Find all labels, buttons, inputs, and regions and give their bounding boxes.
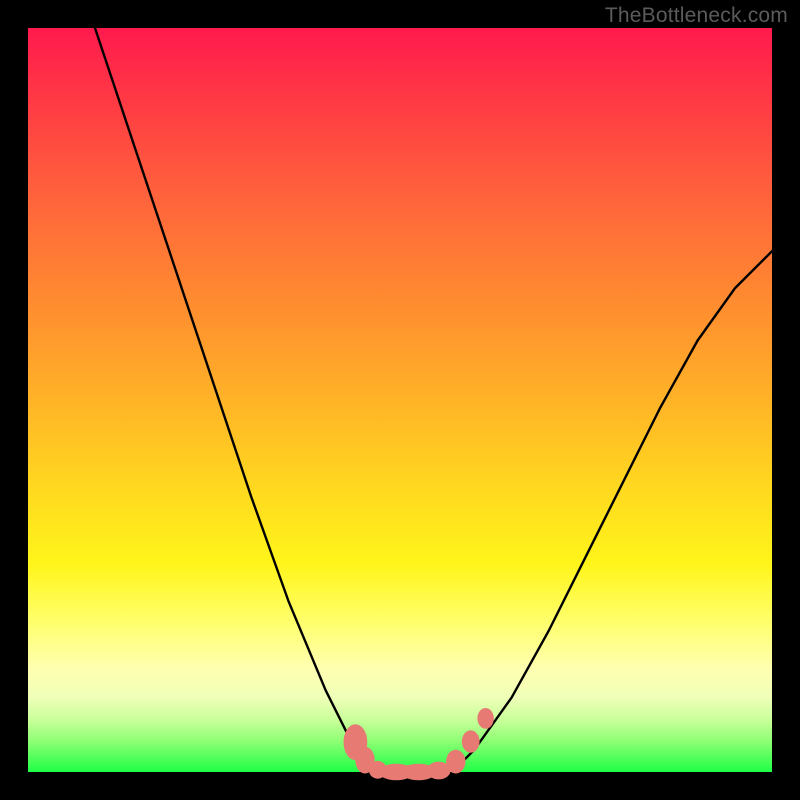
bottleneck-curve-path [95, 28, 772, 772]
trough-marker [462, 730, 480, 752]
watermark-text: TheBottleneck.com [605, 4, 788, 28]
trough-marker [446, 750, 465, 774]
chart-frame: TheBottleneck.com [0, 0, 800, 800]
trough-marker [477, 708, 493, 729]
plot-area [28, 28, 772, 772]
bottleneck-curve [28, 28, 772, 772]
